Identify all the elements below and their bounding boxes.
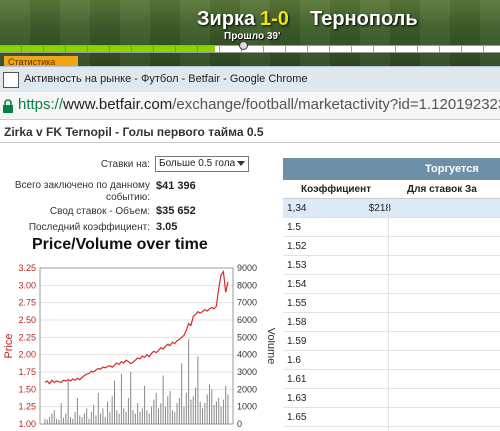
row-odds: 1.61	[287, 374, 307, 385]
y-tick-label: 1.50	[18, 384, 36, 394]
y-tick-label: 1.00	[18, 419, 36, 429]
scoreboard: Зирка 1-0 Тернополь Прошло 39' Статистик…	[0, 0, 500, 68]
chevron-down-icon	[237, 161, 245, 166]
y-tick-label: 1.25	[18, 402, 36, 412]
total-matched-value: $41 396	[156, 180, 196, 192]
traded-header-label: Торгуется	[425, 163, 479, 175]
volume-value: $35 652	[156, 205, 196, 217]
table-row[interactable]: 1,34 $218	[283, 199, 500, 218]
total-matched-label-2: событию:	[105, 192, 150, 203]
row-odds: 1.54	[287, 279, 307, 290]
elapsed-time: Прошло 39'	[224, 31, 281, 42]
url-text[interactable]: https://www.betfair.com/exchange/footbal…	[18, 96, 500, 113]
row-odds: 1.53	[287, 260, 307, 271]
table-column-headers: Коэффициент Для ставок За	[283, 180, 500, 199]
col-odds: Коэффициент	[301, 184, 372, 195]
url-host: www.betfair.com	[63, 96, 173, 113]
plot-frame	[39, 267, 234, 425]
match-timeline	[0, 41, 500, 53]
match-score: 1-0	[260, 8, 289, 30]
table-row[interactable]: 1.58	[283, 313, 500, 332]
y2-tick-label: 6000	[237, 315, 257, 325]
y2-axis-label: Volume	[265, 328, 275, 365]
y2-tick-label: 9000	[237, 263, 257, 273]
window-title: Активность на рынке - Футбол - Betfair -…	[24, 73, 308, 85]
browser-title-bar: Активность на рынке - Футбол - Betfair -…	[0, 66, 500, 92]
table-row[interactable]: 1.55	[283, 294, 500, 313]
traded-table: 1,34 $218 1.5 1.52 1.53 1.54 1.55 1.58 1.59 1.6 1.…	[283, 199, 500, 431]
table-row[interactable]: 1.5	[283, 218, 500, 237]
row-odds: 1.58	[287, 317, 307, 328]
bets-on-label: Ставки на:	[100, 159, 150, 170]
row-odds: 1.55	[287, 298, 307, 309]
table-row[interactable]: 1.66	[283, 427, 500, 431]
selection-dropdown[interactable]: Больше 0.5 гола	[155, 156, 249, 172]
page-title: Zirka v FK Ternopil - Голы первого тайма…	[4, 125, 264, 139]
row-odds: 1.5	[287, 222, 301, 233]
y2-tick-label: 4000	[237, 350, 257, 360]
table-row[interactable]: 1.65	[283, 408, 500, 427]
row-odds: 1.52	[287, 241, 307, 252]
y2-tick-label: 7000	[237, 298, 257, 308]
row-amount: $218	[368, 203, 391, 214]
y-tick-label: 2.25	[18, 332, 36, 342]
y-tick-label: 3.00	[18, 280, 36, 290]
volume-label: Свод ставок - Объем:	[49, 206, 150, 217]
y2-tick-label: 1000	[237, 402, 257, 412]
table-row[interactable]: 1.59	[283, 332, 500, 351]
y-tick-label: 1.75	[18, 367, 36, 377]
market-header: Zirka v FK Ternopil - Голы первого тайма…	[0, 121, 500, 143]
y2-tick-label: 5000	[237, 332, 257, 342]
url-path: /exchange/football/marketactivity?id=1.1…	[172, 96, 500, 113]
y-tick-label: 3.25	[18, 263, 36, 273]
y-axis-label: Price	[3, 333, 15, 358]
timeline-marker[interactable]	[239, 41, 248, 50]
table-row[interactable]: 1.6	[283, 351, 500, 370]
home-team-name: Зирка	[197, 8, 256, 30]
y2-tick-label: 2000	[237, 384, 257, 394]
row-odds: 1,34	[287, 203, 307, 214]
y-tick-label: 2.00	[18, 350, 36, 360]
row-odds: 1.63	[287, 393, 307, 404]
url-scheme: https://	[18, 96, 64, 113]
lock-icon[interactable]	[2, 99, 14, 113]
last-odds-label: Последний коэффициент:	[28, 222, 150, 233]
window-icon	[3, 72, 19, 88]
address-bar[interactable]: https://www.betfair.com/exchange/footbal…	[0, 92, 500, 120]
price-series-line	[44, 269, 229, 385]
selection-value: Больше 0.5 гола	[159, 158, 236, 169]
away-team-name: Тернополь	[310, 8, 418, 30]
table-row[interactable]: 1.52	[283, 237, 500, 256]
table-row[interactable]: 1.53	[283, 256, 500, 275]
price-volume-chart: 3.25 3.00 2.75 2.50 2.25 2.00 1.75 1.50 1.25 1.00…	[3, 263, 275, 429]
y2-tick-label: 0	[237, 419, 242, 429]
traded-header: Торгуется	[283, 158, 500, 180]
y2-tick-label: 8000	[237, 280, 257, 290]
y2-tick-label: 3000	[237, 367, 257, 377]
timeline-ticks	[0, 46, 500, 52]
table-row[interactable]: 1.63	[283, 389, 500, 408]
row-odds: 1.65	[287, 412, 307, 423]
y-tick-label: 2.75	[18, 298, 36, 308]
chart-title: Price/Volume over time	[32, 236, 208, 253]
last-odds-value: 3.05	[156, 221, 178, 233]
row-odds: 1.6	[287, 355, 301, 366]
row-odds: 1.59	[287, 336, 307, 347]
total-matched-label-1: Всего заключено по данному	[14, 180, 150, 191]
y-tick-label: 2.50	[18, 315, 36, 325]
table-row[interactable]: 1.54	[283, 275, 500, 294]
col-amount: Для ставок За	[407, 184, 477, 195]
table-row[interactable]: 1.61	[283, 370, 500, 389]
